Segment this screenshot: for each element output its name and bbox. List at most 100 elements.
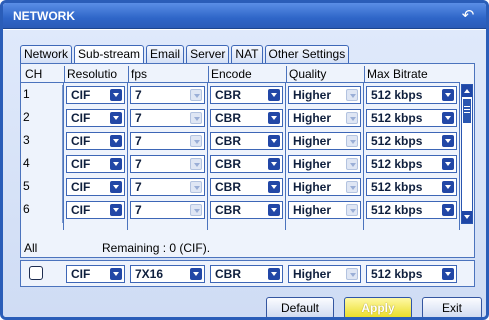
encode-select[interactable]: CBR [210, 178, 283, 196]
quality-select[interactable]: Higher [288, 132, 361, 150]
chevron-down-icon [442, 89, 454, 101]
channel-number: 4 [23, 154, 63, 177]
encode-select[interactable]: CBR [210, 155, 283, 173]
exit-button[interactable]: Exit [422, 297, 482, 317]
chevron-down-icon [268, 135, 280, 147]
table-row: 4 CIF 7 CBR Higher 512 kbps [21, 154, 459, 177]
chevron-down-icon [110, 268, 122, 280]
quality-select[interactable]: Higher [288, 86, 361, 104]
chevron-down-icon [190, 135, 202, 147]
sub-stream-table: CH Resolutio fps Encode Quality Max Bitr… [20, 63, 475, 258]
quality-value: Higher [293, 157, 332, 171]
fps-value: 7 [135, 134, 142, 148]
encode-value: CBR [215, 88, 241, 102]
bitrate-select[interactable]: 512 kbps [366, 109, 457, 127]
chevron-down-icon [110, 158, 122, 170]
resolution-select[interactable]: CIF [66, 86, 125, 104]
chevron-down-icon [190, 89, 202, 101]
fps-select[interactable]: 7 [130, 178, 205, 196]
scroll-down-icon[interactable] [462, 211, 472, 223]
quality-select[interactable]: Higher [288, 155, 361, 173]
chevron-down-icon [442, 158, 454, 170]
chevron-down-icon [346, 89, 358, 101]
table-scrollbar[interactable] [461, 84, 473, 224]
resolution-value: CIF [71, 134, 91, 148]
fps-value: 7 [135, 203, 142, 217]
bitrate-select[interactable]: 512 kbps [366, 201, 457, 219]
chevron-down-icon [110, 89, 122, 101]
tab-nat[interactable]: NAT [231, 45, 263, 63]
resolution-value: CIF [71, 88, 91, 102]
resolution-select[interactable]: CIF [66, 132, 125, 150]
fps-value: 7X16 [135, 267, 164, 281]
apply-all-row: CIF 7X16 CBR Higher 512 kbps [20, 260, 475, 287]
chevron-down-icon [346, 112, 358, 124]
bitrate-select[interactable]: 512 kbps [366, 178, 457, 196]
resolution-value: CIF [71, 157, 91, 171]
remaining-text: Remaining : 0 (CIF). [102, 241, 211, 255]
encode-select[interactable]: CBR [210, 109, 283, 127]
resolution-select[interactable]: CIF [66, 178, 125, 196]
chevron-down-icon [190, 204, 202, 216]
resolution-select[interactable]: CIF [66, 155, 125, 173]
header-ch: CH [25, 67, 43, 81]
encode-select[interactable]: CBR [210, 86, 283, 104]
tab-email[interactable]: Email [146, 45, 185, 63]
tab-other-settings[interactable]: Other Settings [264, 45, 350, 63]
bitrate-select[interactable]: 512 kbps [366, 132, 457, 150]
channel-number: 6 [23, 200, 63, 223]
chevron-down-icon [110, 204, 122, 216]
all-encode-select[interactable]: CBR [210, 265, 283, 283]
all-quality-select[interactable]: Higher [288, 265, 361, 283]
chevron-down-icon [268, 268, 280, 280]
bitrate-select[interactable]: 512 kbps [366, 155, 457, 173]
header-max-bitrate: Max Bitrate [364, 66, 459, 82]
encode-select[interactable]: CBR [210, 201, 283, 219]
fps-value: 7 [135, 88, 142, 102]
table-row: 5 CIF 7 CBR Higher 512 kbps [21, 177, 459, 200]
chevron-down-icon [110, 112, 122, 124]
bitrate-value: 512 kbps [371, 88, 423, 102]
chevron-down-icon [268, 89, 280, 101]
quality-select[interactable]: Higher [288, 201, 361, 219]
all-resolution-select[interactable]: CIF [66, 265, 125, 283]
apply-button[interactable]: Apply [344, 297, 412, 317]
fps-value: 7 [135, 157, 142, 171]
channel-number: 3 [23, 131, 63, 154]
apply-all-checkbox[interactable] [29, 266, 43, 280]
scroll-up-icon[interactable] [462, 85, 472, 97]
chevron-down-icon [346, 204, 358, 216]
fps-select[interactable]: 7 [130, 86, 205, 104]
fps-select[interactable]: 7 [130, 109, 205, 127]
chevron-down-icon [346, 135, 358, 147]
column-divider [459, 82, 460, 230]
fps-select[interactable]: 7 [130, 155, 205, 173]
table-row: 1 CIF 7 CBR Higher 512 kbps [21, 85, 459, 108]
quality-value: Higher [293, 88, 332, 102]
all-fps-select[interactable]: 7X16 [130, 265, 205, 283]
resolution-select[interactable]: CIF [66, 109, 125, 127]
default-button[interactable]: Default [266, 297, 334, 317]
all-bitrate-select[interactable]: 512 kbps [366, 265, 457, 283]
quality-select[interactable]: Higher [288, 178, 361, 196]
resolution-select[interactable]: CIF [66, 201, 125, 219]
fps-select[interactable]: 7 [130, 201, 205, 219]
encode-select[interactable]: CBR [210, 132, 283, 150]
chevron-down-icon [442, 181, 454, 193]
fps-value: 7 [135, 180, 142, 194]
fps-select[interactable]: 7 [130, 132, 205, 150]
tab-server[interactable]: Server [186, 45, 230, 63]
quality-select[interactable]: Higher [288, 109, 361, 127]
back-arrow-icon[interactable]: ↶ [458, 6, 478, 26]
scrollbar-thumb[interactable] [463, 99, 471, 123]
quality-value: Higher [293, 111, 332, 125]
bitrate-value: 512 kbps [371, 111, 423, 125]
bitrate-select[interactable]: 512 kbps [366, 86, 457, 104]
table-row: 6 CIF 7 CBR Higher 512 kbps [21, 200, 459, 223]
tab-sub-stream[interactable]: Sub-stream [74, 45, 145, 63]
bitrate-value: 512 kbps [371, 267, 423, 281]
quality-value: Higher [293, 134, 332, 148]
tab-network[interactable]: Network [20, 45, 73, 63]
header-resolution: Resolutio [64, 66, 128, 82]
chevron-down-icon [190, 268, 202, 280]
